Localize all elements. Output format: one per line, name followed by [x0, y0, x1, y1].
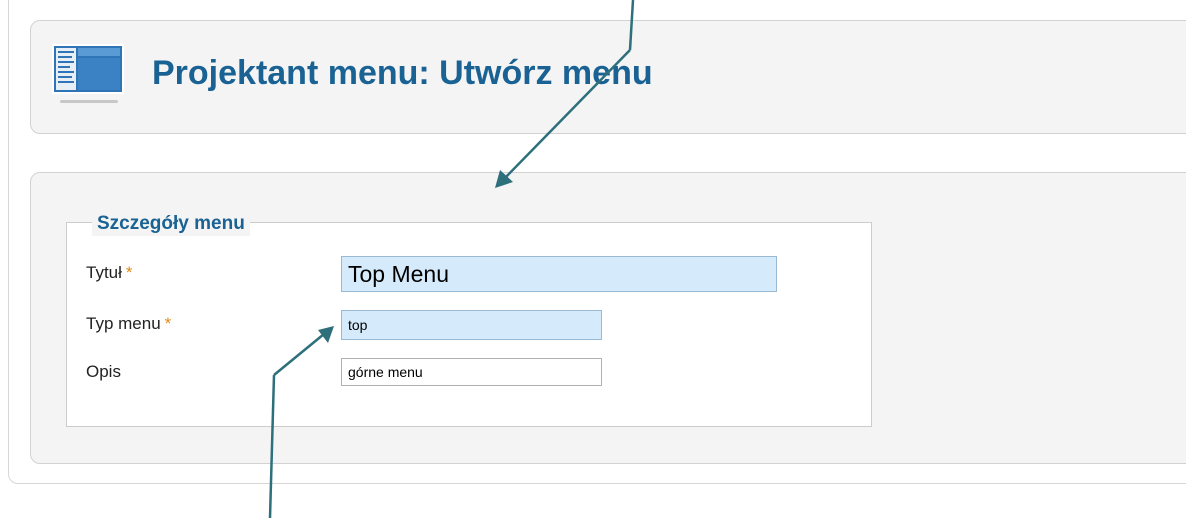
menu-manager-icon	[52, 44, 124, 103]
menu-type-label-text: Typ menu	[86, 314, 161, 333]
description-label-text: Opis	[86, 362, 121, 381]
page-title: Projektant menu: Utwórz menu	[152, 54, 653, 92]
page: Projektant menu: Utwórz menu Szczegóły m…	[0, 0, 1186, 518]
required-marker: *	[125, 263, 133, 282]
menu-type-input[interactable]	[341, 310, 602, 340]
description-input[interactable]	[341, 358, 602, 386]
title-label: Tytuł *	[86, 263, 133, 283]
description-label: Opis	[86, 362, 121, 382]
fieldset-legend: Szczegóły menu	[92, 212, 250, 236]
title-input[interactable]	[341, 256, 777, 292]
required-marker: *	[164, 314, 172, 333]
menu-type-label: Typ menu *	[86, 314, 171, 334]
title-label-text: Tytuł	[86, 263, 122, 282]
